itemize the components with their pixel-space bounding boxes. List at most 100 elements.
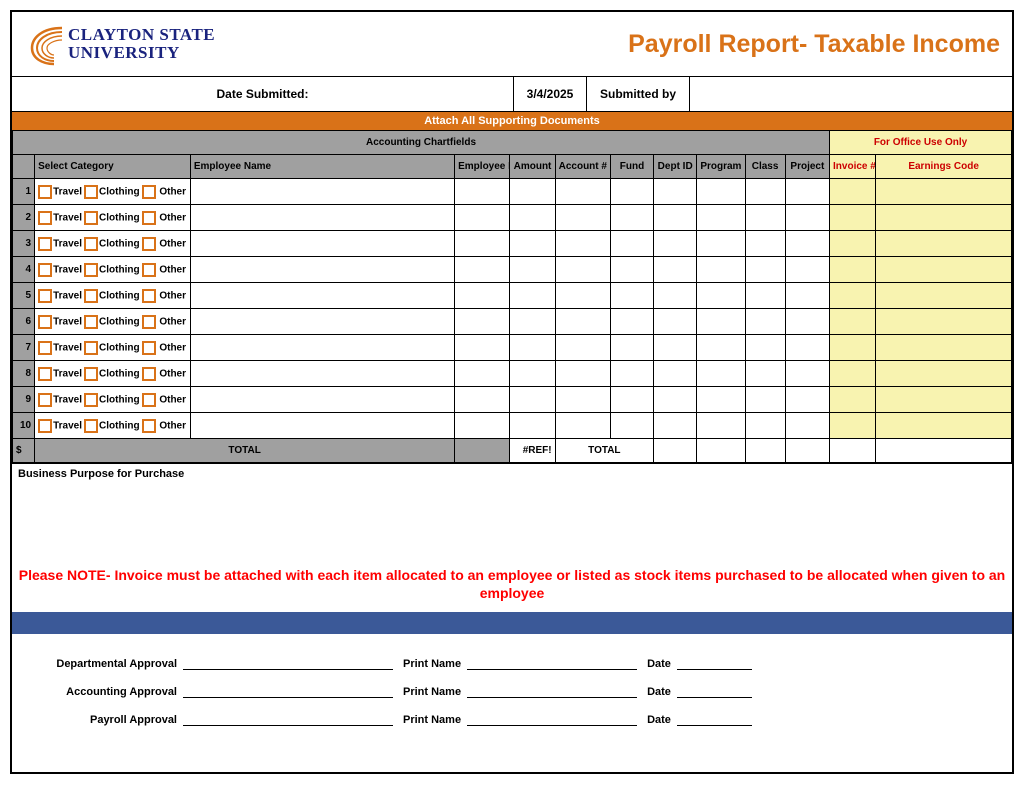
dept-id-cell[interactable] [654, 413, 697, 439]
select-category-cell[interactable]: TravelClothing Other [35, 387, 191, 413]
checkbox-icon[interactable] [38, 263, 52, 277]
account-cell[interactable] [555, 205, 610, 231]
accounting-date-field[interactable] [677, 697, 752, 698]
checkbox-icon[interactable] [84, 289, 98, 303]
employee-id-cell[interactable] [455, 361, 510, 387]
account-cell[interactable] [555, 309, 610, 335]
amount-cell[interactable] [510, 361, 555, 387]
employee-id-cell[interactable] [455, 205, 510, 231]
invoice-cell[interactable] [830, 179, 876, 205]
account-cell[interactable] [555, 257, 610, 283]
earnings-code-cell[interactable] [876, 309, 1012, 335]
dept-id-cell[interactable] [654, 179, 697, 205]
class-cell[interactable] [745, 283, 785, 309]
employee-name-cell[interactable] [190, 309, 454, 335]
dept-id-cell[interactable] [654, 283, 697, 309]
class-cell[interactable] [745, 257, 785, 283]
invoice-cell[interactable] [830, 205, 876, 231]
employee-name-cell[interactable] [190, 335, 454, 361]
checkbox-icon[interactable] [38, 341, 52, 355]
earnings-code-cell[interactable] [876, 361, 1012, 387]
employee-name-cell[interactable] [190, 413, 454, 439]
checkbox-icon[interactable] [38, 289, 52, 303]
project-cell[interactable] [785, 283, 829, 309]
class-cell[interactable] [745, 413, 785, 439]
program-cell[interactable] [697, 257, 745, 283]
checkbox-icon[interactable] [38, 393, 52, 407]
employee-name-cell[interactable] [190, 283, 454, 309]
program-cell[interactable] [697, 309, 745, 335]
select-category-cell[interactable]: TravelClothing Other [35, 335, 191, 361]
employee-id-cell[interactable] [455, 387, 510, 413]
select-category-cell[interactable]: TravelClothing Other [35, 283, 191, 309]
checkbox-icon[interactable] [84, 315, 98, 329]
fund-cell[interactable] [610, 257, 653, 283]
select-category-cell[interactable]: TravelClothing Other [35, 179, 191, 205]
earnings-code-cell[interactable] [876, 179, 1012, 205]
fund-cell[interactable] [610, 179, 653, 205]
departmental-date-field[interactable] [677, 669, 752, 670]
fund-cell[interactable] [610, 413, 653, 439]
account-cell[interactable] [555, 335, 610, 361]
checkbox-icon[interactable] [38, 185, 52, 199]
employee-name-cell[interactable] [190, 387, 454, 413]
checkbox-icon[interactable] [38, 211, 52, 225]
project-cell[interactable] [785, 309, 829, 335]
employee-name-cell[interactable] [190, 179, 454, 205]
employee-id-cell[interactable] [455, 413, 510, 439]
checkbox-icon[interactable] [38, 315, 52, 329]
project-cell[interactable] [785, 387, 829, 413]
select-category-cell[interactable]: TravelClothing Other [35, 257, 191, 283]
project-cell[interactable] [785, 205, 829, 231]
amount-cell[interactable] [510, 387, 555, 413]
employee-id-cell[interactable] [455, 283, 510, 309]
employee-id-cell[interactable] [455, 335, 510, 361]
accounting-signature-field[interactable] [183, 697, 393, 698]
checkbox-icon[interactable] [142, 393, 156, 407]
fund-cell[interactable] [610, 283, 653, 309]
checkbox-icon[interactable] [142, 315, 156, 329]
employee-id-cell[interactable] [455, 257, 510, 283]
dept-id-cell[interactable] [654, 257, 697, 283]
checkbox-icon[interactable] [84, 341, 98, 355]
account-cell[interactable] [555, 283, 610, 309]
amount-cell[interactable] [510, 335, 555, 361]
employee-id-cell[interactable] [455, 231, 510, 257]
invoice-cell[interactable] [830, 413, 876, 439]
project-cell[interactable] [785, 413, 829, 439]
program-cell[interactable] [697, 179, 745, 205]
checkbox-icon[interactable] [84, 367, 98, 381]
select-category-cell[interactable]: TravelClothing Other [35, 309, 191, 335]
dept-id-cell[interactable] [654, 361, 697, 387]
earnings-code-cell[interactable] [876, 413, 1012, 439]
checkbox-icon[interactable] [84, 185, 98, 199]
checkbox-icon[interactable] [84, 419, 98, 433]
checkbox-icon[interactable] [142, 367, 156, 381]
payroll-signature-field[interactable] [183, 725, 393, 726]
earnings-code-cell[interactable] [876, 387, 1012, 413]
payroll-date-field[interactable] [677, 725, 752, 726]
fund-cell[interactable] [610, 387, 653, 413]
checkbox-icon[interactable] [84, 237, 98, 251]
amount-cell[interactable] [510, 179, 555, 205]
checkbox-icon[interactable] [142, 263, 156, 277]
class-cell[interactable] [745, 231, 785, 257]
checkbox-icon[interactable] [142, 211, 156, 225]
checkbox-icon[interactable] [142, 419, 156, 433]
earnings-code-cell[interactable] [876, 335, 1012, 361]
project-cell[interactable] [785, 231, 829, 257]
program-cell[interactable] [697, 231, 745, 257]
dept-id-cell[interactable] [654, 335, 697, 361]
dept-id-cell[interactable] [654, 205, 697, 231]
fund-cell[interactable] [610, 335, 653, 361]
dept-id-cell[interactable] [654, 231, 697, 257]
program-cell[interactable] [697, 387, 745, 413]
amount-cell[interactable] [510, 231, 555, 257]
checkbox-icon[interactable] [142, 341, 156, 355]
amount-cell[interactable] [510, 283, 555, 309]
invoice-cell[interactable] [830, 257, 876, 283]
class-cell[interactable] [745, 205, 785, 231]
checkbox-icon[interactable] [38, 367, 52, 381]
fund-cell[interactable] [610, 231, 653, 257]
earnings-code-cell[interactable] [876, 205, 1012, 231]
